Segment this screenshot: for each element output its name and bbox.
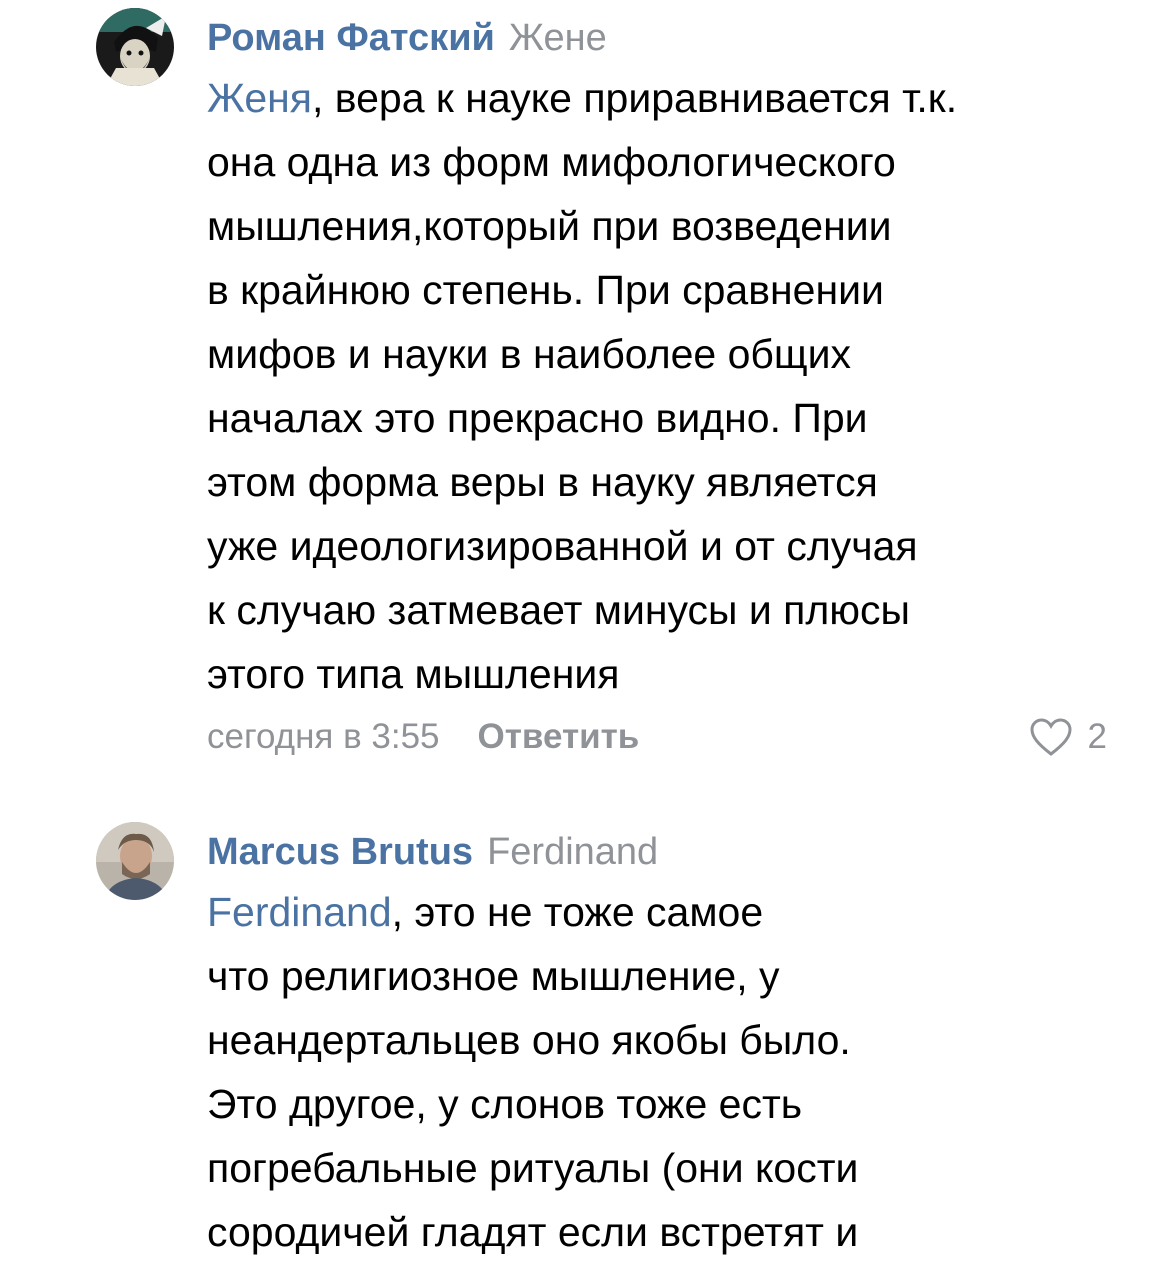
comment-header: Роман Фатский Жене — [207, 16, 1119, 60]
comment-footer: сегодня в 3:55 Ответить 2 — [207, 712, 1119, 762]
author-name[interactable]: Marcus Brutus — [207, 831, 473, 873]
timestamp: сегодня в 3:55 — [207, 717, 440, 756]
reply-to-name[interactable]: Жене — [509, 17, 607, 59]
avatar-cartoon-icon — [96, 8, 174, 86]
reply-button[interactable]: Ответить — [478, 717, 640, 756]
comment-text: Ferdinand, это не тоже самое что религио… — [207, 880, 1119, 1264]
avatar[interactable] — [96, 8, 174, 86]
heart-outline-icon — [1030, 718, 1072, 756]
author-name[interactable]: Роман Фатский — [207, 17, 495, 59]
avatar[interactable] — [96, 822, 174, 900]
comment-text: Женя, вера к науке приравнивается т.к. о… — [207, 66, 1119, 706]
mention-link[interactable]: Женя — [207, 75, 312, 121]
comment-body: , это не тоже самое что религиозное мышл… — [207, 889, 859, 1255]
comment-header: Marcus Brutus Ferdinand — [207, 830, 1119, 874]
mention-link[interactable]: Ferdinand — [207, 889, 392, 935]
like-button[interactable]: 2 — [1028, 712, 1107, 762]
reply-to-name[interactable]: Ferdinand — [487, 831, 658, 873]
avatar-photo-icon — [96, 822, 174, 900]
like-count: 2 — [1087, 717, 1107, 756]
comment-body: , вера к науке приравнивается т.к. она о… — [207, 75, 958, 697]
